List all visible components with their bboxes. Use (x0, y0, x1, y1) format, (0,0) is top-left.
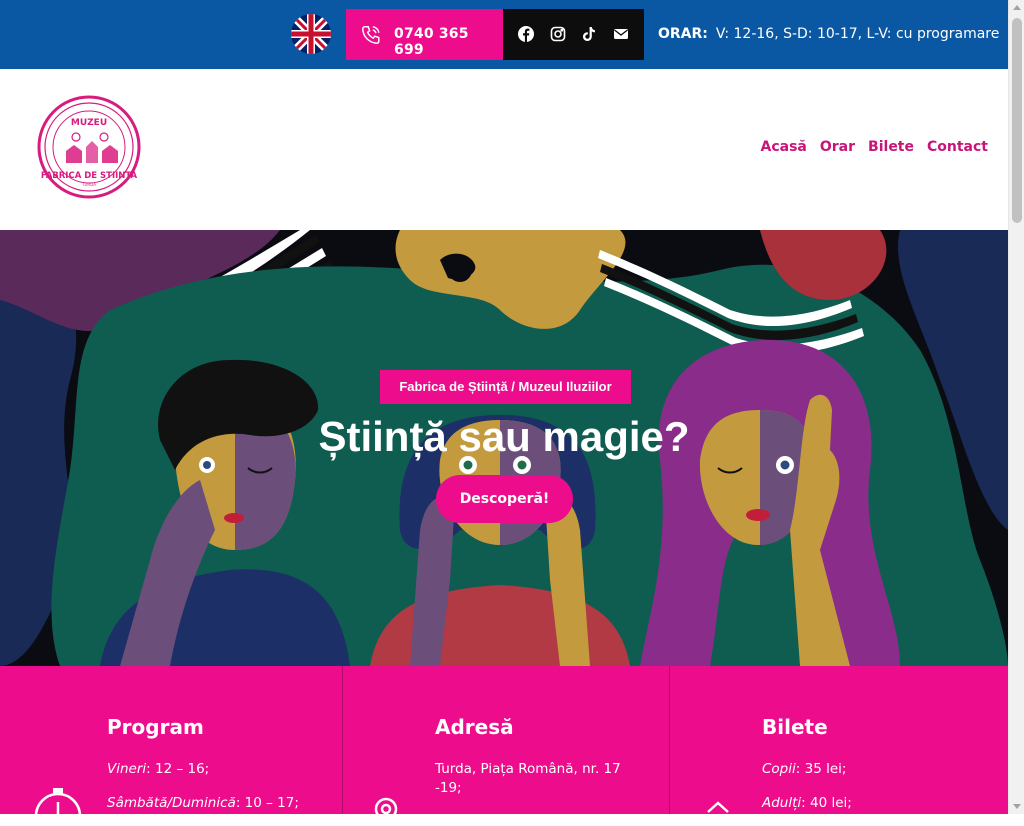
ticket-icon (707, 801, 729, 813)
email-icon[interactable] (613, 26, 629, 42)
svg-text:TURDA: TURDA (81, 182, 96, 187)
location-pin-icon (374, 797, 398, 816)
address-line-2: -19; (435, 780, 462, 796)
nav-acasa[interactable]: Acasă (761, 139, 807, 155)
nav-contact[interactable]: Contact (927, 139, 988, 155)
info-section: Program Vineri: 12 – 16; Sâmbătă/Duminic… (0, 666, 1009, 826)
hero-tag: Fabrica de Știință / Muzeul Iluziilor (380, 370, 631, 404)
social-links (503, 9, 644, 60)
opening-hours: ORAR: V: 12-16, S-D: 10-17, L-V: cu progr… (658, 26, 999, 42)
hours-label: ORAR: (658, 26, 708, 42)
hero-title: Știință sau magie? (318, 413, 690, 460)
nav-orar[interactable]: Orar (820, 139, 855, 155)
tiktok-icon[interactable] (581, 26, 597, 42)
stopwatch-icon (34, 788, 82, 826)
page-scrollbar[interactable] (1008, 0, 1024, 814)
program-title: Program (107, 715, 204, 739)
program-day-value: : 10 – 17; (235, 795, 299, 811)
program-day-label: Vineri (107, 761, 147, 777)
hours-text: V: 12-16, S-D: 10-17, L-V: cu programare (715, 26, 1000, 42)
address-column: Adresă Turda, Piața Română, nr. 17 -19; (342, 666, 670, 816)
discover-button[interactable]: Descoperă! (436, 475, 573, 523)
svg-text:MUZEU: MUZEU (71, 118, 107, 128)
program-line-2: Sâmbătă/Duminică: 10 – 17; (107, 795, 299, 811)
ticket-type-label: Adulți (762, 795, 802, 811)
museum-logo[interactable]: MUZEU FABRICA DE STIINTA TURDA (36, 93, 142, 201)
scroll-down-arrow-icon[interactable] (1013, 804, 1021, 809)
site-header: MUZEU FABRICA DE STIINTA TURDA Acasă Ora… (0, 69, 1008, 230)
tickets-column: Bilete Copii: 35 lei; Adulți: 40 lei; (669, 666, 1009, 814)
program-column: Program Vineri: 12 – 16; Sâmbătă/Duminic… (0, 666, 341, 826)
program-line-1: Vineri: 12 – 16; (107, 761, 209, 777)
phone-icon (362, 26, 380, 44)
uk-flag-icon[interactable] (291, 14, 331, 54)
ticket-price: : 35 lei; (795, 761, 847, 777)
scroll-up-arrow-icon[interactable] (1013, 5, 1021, 10)
nav-bilete[interactable]: Bilete (868, 139, 914, 155)
tickets-line-2: Adulți: 40 lei; (762, 795, 852, 811)
ticket-price: : 40 lei; (801, 795, 852, 811)
tickets-line-1: Copii: 35 lei; (762, 761, 846, 777)
main-nav: Acasă Orar Bilete Contact (761, 139, 989, 155)
tickets-title: Bilete (762, 715, 828, 739)
facebook-icon[interactable] (518, 26, 534, 42)
phone-number: 0740 365 699 (394, 26, 469, 58)
address-title: Adresă (435, 715, 514, 739)
address-line-1: Turda, Piața Română, nr. 17 (435, 761, 621, 777)
ticket-type-label: Copii (762, 761, 796, 777)
program-day-value: : 12 – 16; (146, 761, 210, 777)
top-bar: 0740 365 699 ORAR: V: 12-16, S-D: 10-17, … (0, 0, 1008, 69)
hero-banner: Fabrica de Știință / Muzeul Iluziilor Șt… (0, 230, 1008, 666)
scrollbar-thumb[interactable] (1012, 18, 1022, 223)
instagram-icon[interactable] (550, 26, 566, 42)
phone-button[interactable]: 0740 365 699 (346, 9, 503, 60)
program-day-label: Sâmbătă/Duminică (107, 795, 236, 811)
svg-text:FABRICA DE STIINTA: FABRICA DE STIINTA (41, 171, 138, 181)
